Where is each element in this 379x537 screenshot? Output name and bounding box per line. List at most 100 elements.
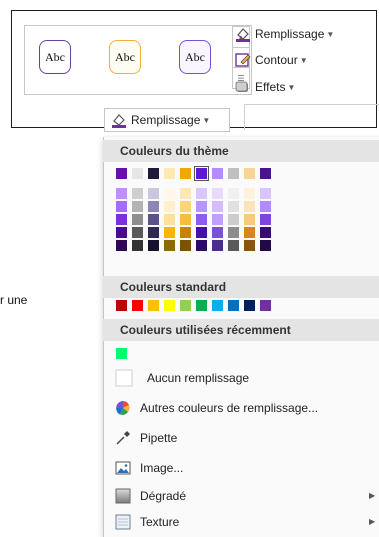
theme-shade-swatch[interactable] (212, 214, 223, 225)
theme-shade-swatch[interactable] (228, 214, 239, 225)
theme-shade-swatch[interactable] (180, 188, 191, 199)
theme-shade-swatch[interactable] (180, 227, 191, 238)
theme-shade-swatch[interactable] (260, 201, 271, 212)
standard-color-swatch[interactable] (260, 300, 271, 311)
ribbon-fill-label: Remplissage (255, 27, 325, 41)
theme-color-swatch[interactable] (148, 168, 159, 179)
theme-shade-swatch[interactable] (116, 214, 127, 225)
theme-shade-swatch[interactable] (180, 201, 191, 212)
ribbon-fill-button[interactable]: Remplissage ▼ (235, 25, 334, 43)
style-thumb-label: Abc (115, 49, 135, 64)
theme-shade-swatch[interactable] (180, 240, 191, 251)
theme-color-swatch[interactable] (244, 168, 255, 179)
theme-shade-swatch[interactable] (116, 240, 127, 251)
standard-color-swatch[interactable] (164, 300, 175, 311)
chevron-down-icon: ▼ (326, 29, 335, 39)
theme-shade-swatch[interactable] (244, 240, 255, 251)
eyedropper-item[interactable]: Pipette (115, 428, 177, 448)
standard-color-swatch[interactable] (196, 300, 207, 311)
background-text: r une (0, 293, 28, 307)
theme-shade-swatch[interactable] (260, 214, 271, 225)
theme-shade-swatch[interactable] (116, 201, 127, 212)
theme-shade-swatch[interactable] (116, 188, 127, 199)
more-fill-colors-item[interactable]: Autres couleurs de remplissage... (115, 398, 318, 418)
theme-shade-swatch[interactable] (212, 227, 223, 238)
standard-color-swatch[interactable] (132, 300, 143, 311)
ribbon-divider (245, 104, 379, 105)
theme-color-swatch[interactable] (116, 168, 127, 179)
theme-shade-swatch[interactable] (244, 201, 255, 212)
color-wheel-icon (115, 400, 131, 416)
theme-shade-swatch[interactable] (260, 188, 271, 199)
shape-styles-gallery: Abc Abc Abc ▲ ▼ ☰ (24, 25, 252, 95)
theme-shade-swatch[interactable] (148, 240, 159, 251)
theme-shade-swatch[interactable] (148, 188, 159, 199)
paint-bucket-icon (111, 112, 127, 128)
standard-color-swatch[interactable] (180, 300, 191, 311)
theme-shade-swatch[interactable] (148, 214, 159, 225)
theme-shade-swatch[interactable] (148, 201, 159, 212)
theme-shade-swatch[interactable] (116, 227, 127, 238)
gradient-fill-item[interactable]: Dégradé (115, 486, 186, 506)
theme-shade-swatch[interactable] (196, 188, 207, 199)
theme-shade-swatch[interactable] (196, 227, 207, 238)
style-thumb-1[interactable]: Abc (39, 40, 71, 74)
theme-shade-swatch[interactable] (212, 201, 223, 212)
theme-shade-swatch[interactable] (228, 240, 239, 251)
empty-box-icon (115, 369, 133, 387)
standard-color-swatch[interactable] (244, 300, 255, 311)
theme-shade-swatch[interactable] (164, 201, 175, 212)
theme-shade-swatch[interactable] (164, 214, 175, 225)
theme-shade-swatch[interactable] (164, 240, 175, 251)
theme-shade-swatch[interactable] (228, 188, 239, 199)
theme-shade-swatch[interactable] (228, 201, 239, 212)
theme-shade-swatch[interactable] (180, 214, 191, 225)
theme-shade-swatch[interactable] (164, 188, 175, 199)
theme-shade-swatch[interactable] (196, 240, 207, 251)
theme-shade-swatch[interactable] (260, 227, 271, 238)
ribbon-outline-label: Contour (255, 53, 298, 67)
theme-color-swatch[interactable] (260, 168, 271, 179)
theme-shade-swatch[interactable] (196, 214, 207, 225)
standard-color-swatch[interactable] (212, 300, 223, 311)
theme-shade-swatch[interactable] (212, 240, 223, 251)
theme-shade-swatch[interactable] (132, 214, 143, 225)
standard-color-swatch[interactable] (228, 300, 239, 311)
pencil-outline-icon (235, 52, 251, 68)
chevron-down-icon: ▼ (299, 55, 308, 65)
style-thumb-3[interactable]: Abc (179, 40, 211, 74)
shape-effects-icon (235, 79, 251, 95)
fill-dropdown-button[interactable]: Remplissage ▼ (104, 108, 230, 132)
theme-color-swatch[interactable] (132, 168, 143, 179)
theme-color-swatch[interactable] (180, 168, 191, 179)
ribbon-outline-button[interactable]: Contour ▼ (235, 51, 308, 69)
texture-fill-item[interactable]: Texture (115, 512, 179, 532)
standard-color-swatch[interactable] (116, 300, 127, 311)
theme-shade-swatch[interactable] (148, 227, 159, 238)
ribbon-effects-button[interactable]: Effets ▼ (235, 78, 295, 96)
theme-shade-swatch[interactable] (196, 201, 207, 212)
theme-shade-swatch[interactable] (260, 240, 271, 251)
theme-shade-swatch[interactable] (244, 214, 255, 225)
theme-shade-swatch[interactable] (132, 227, 143, 238)
no-fill-item[interactable]: Aucun remplissage (115, 368, 249, 388)
theme-color-swatch[interactable] (194, 166, 209, 181)
theme-shade-swatch[interactable] (164, 227, 175, 238)
theme-shade-swatch[interactable] (132, 188, 143, 199)
standard-color-swatch[interactable] (148, 300, 159, 311)
image-fill-label: Image... (140, 461, 184, 475)
theme-color-swatch[interactable] (212, 168, 223, 179)
more-fill-colors-label: Autres couleurs de remplissage... (140, 401, 319, 415)
theme-shade-swatch[interactable] (132, 201, 143, 212)
image-fill-item[interactable]: Image... (115, 458, 183, 478)
theme-color-swatch[interactable] (228, 168, 239, 179)
theme-shade-swatch[interactable] (228, 227, 239, 238)
style-thumb-2[interactable]: Abc (109, 40, 141, 74)
recent-color-swatch[interactable] (116, 348, 127, 359)
theme-color-swatch[interactable] (164, 168, 175, 179)
theme-shade-swatch[interactable] (132, 240, 143, 251)
texture-icon (115, 514, 131, 530)
theme-shade-swatch[interactable] (212, 188, 223, 199)
theme-shade-swatch[interactable] (244, 188, 255, 199)
theme-shade-swatch[interactable] (244, 227, 255, 238)
